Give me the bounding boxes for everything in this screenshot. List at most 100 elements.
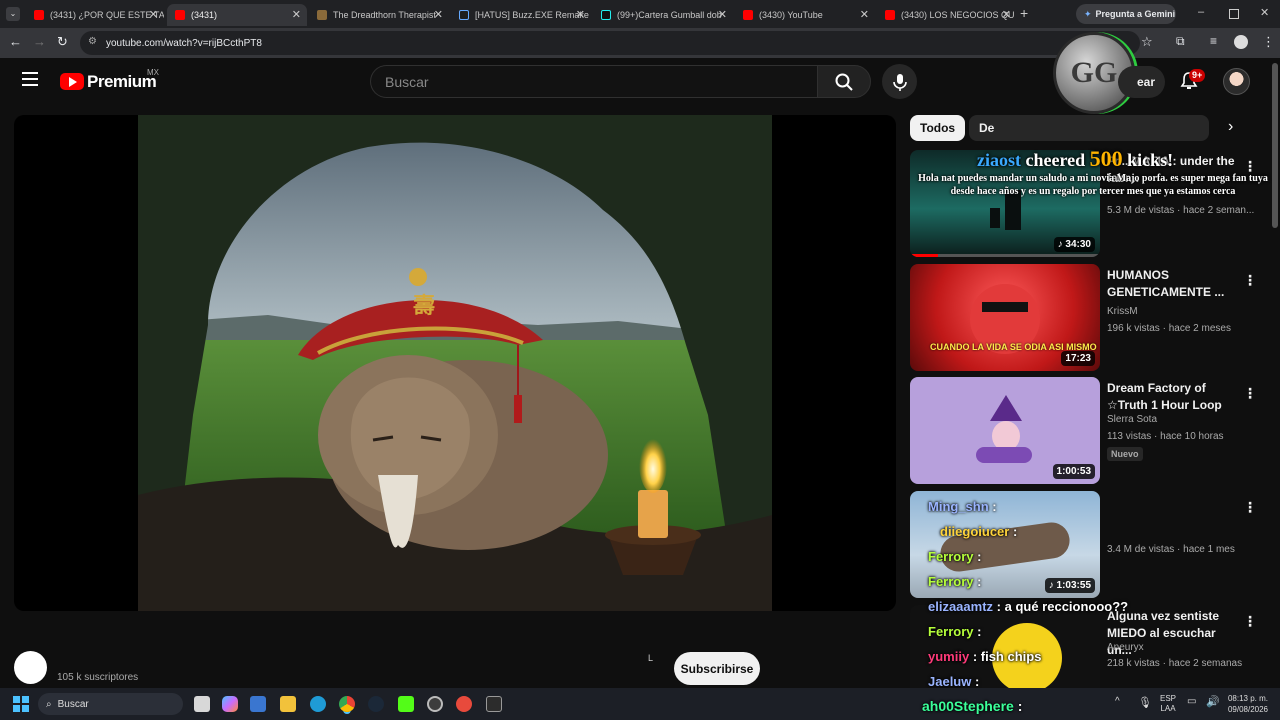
- minimize-button[interactable]: –: [1198, 6, 1210, 18]
- app-icon[interactable]: [456, 696, 472, 712]
- reading-list-icon[interactable]: ≡: [1210, 34, 1217, 48]
- steam-icon[interactable]: [368, 696, 384, 712]
- close-tab-icon[interactable]: ✕: [718, 8, 727, 21]
- chat-line: Jaeluw :: [928, 674, 980, 689]
- recommendation-card[interactable]: CUANDO LA VIDA SE ODIA ASI MISMO 17:23 H…: [910, 264, 1280, 371]
- new-badge: Nuevo: [1107, 447, 1143, 461]
- cheer-message: Hola nat puedes mandar un saludo a mi no…: [918, 173, 1268, 197]
- browser-menu-icon[interactable]: ⋮: [1262, 34, 1275, 50]
- volume-icon[interactable]: 🔊: [1206, 695, 1220, 708]
- close-window-button[interactable]: ✕: [1260, 6, 1269, 19]
- reload-icon[interactable]: ↻: [57, 34, 68, 50]
- more-actions-icon[interactable]: ⋮: [1243, 272, 1257, 288]
- close-tab-icon[interactable]: ✕: [434, 8, 443, 21]
- file-explorer-icon[interactable]: [280, 696, 296, 712]
- chrome-icon[interactable]: [339, 696, 355, 712]
- youtube-page: Premium MX Buscar GG ear 9+ 壽 ziaost che…: [0, 32, 1280, 689]
- network-icon[interactable]: ▭: [1187, 696, 1196, 707]
- cheer-user: ziaost: [977, 150, 1021, 170]
- video-title[interactable]: HUMANOS GENETICAMENTE ...: [1107, 267, 1237, 301]
- address-bar[interactable]: ⚙ youtube.com/watch?v=rijBCcthPT8: [80, 31, 1140, 55]
- browser-tab[interactable]: The Dreadthorn Therapist ✕: [309, 4, 449, 26]
- channel-name[interactable]: Aneuryx: [1107, 642, 1144, 653]
- youtube-favicon-icon: [34, 10, 44, 20]
- chip-todos[interactable]: Todos: [910, 115, 966, 141]
- bookmark-star-icon[interactable]: ☆: [1141, 34, 1153, 50]
- clock[interactable]: 08:13 p. m. 09/08/2026: [1222, 693, 1268, 715]
- browser-tab[interactable]: [HATUS] Buzz.EXE Remake ✕: [451, 4, 591, 26]
- close-tab-icon[interactable]: ✕: [860, 8, 869, 21]
- browser-tab[interactable]: (99+)Cartera Gumball dob ✕: [593, 4, 733, 26]
- region-code: MX: [147, 68, 159, 77]
- store-icon[interactable]: [250, 696, 266, 712]
- copilot-icon[interactable]: [222, 696, 238, 712]
- browser-tab[interactable]: (3430) YouTube ✕: [735, 4, 875, 26]
- subscribe-button[interactable]: Subscribirse: [674, 652, 760, 685]
- video-frame[interactable]: 壽: [138, 115, 772, 611]
- browser-tab[interactable]: (3431) ¿POR QUE ESTE TA ✕: [26, 4, 164, 26]
- search-input[interactable]: Buscar: [370, 65, 818, 98]
- channel-avatar[interactable]: [14, 651, 47, 684]
- svg-text:壽: 壽: [413, 293, 435, 319]
- video-meta: 196 k vistas · hace 2 meses: [1107, 323, 1231, 334]
- microphone-tray-icon[interactable]: 🎙: [1138, 696, 1152, 709]
- video-thumbnail[interactable]: CUANDO LA VIDA SE ODIA ASI MISMO 17:23: [910, 264, 1100, 371]
- tab-list-dropdown-icon[interactable]: ⌄: [6, 7, 20, 21]
- close-tab-icon[interactable]: ✕: [1002, 8, 1011, 21]
- channel-name[interactable]: Slerra Sota: [1107, 414, 1157, 425]
- tab-title: (3431) ¿POR QUE ESTE TA: [50, 10, 164, 20]
- duration-badge: ♪ 34:30: [1053, 237, 1095, 252]
- account-avatar[interactable]: [1223, 68, 1250, 95]
- video-meta: 113 vistas · hace 10 horas: [1107, 431, 1224, 442]
- clock-time: 08:13 p. m.: [1227, 694, 1268, 703]
- create-button[interactable]: ear: [1118, 66, 1165, 98]
- site-info-icon[interactable]: ⚙: [88, 36, 97, 47]
- forward-arrow-icon[interactable]: →: [33, 34, 46, 49]
- scrollbar[interactable]: [1272, 63, 1278, 228]
- edge-icon[interactable]: [310, 696, 326, 712]
- windows-start-icon[interactable]: [13, 696, 29, 712]
- more-actions-icon[interactable]: ⋮: [1243, 613, 1257, 629]
- close-tab-icon[interactable]: ✕: [576, 8, 585, 21]
- chip-de[interactable]: De: [969, 115, 1209, 141]
- new-tab-button[interactable]: +: [1020, 5, 1028, 21]
- create-label: ear: [1136, 75, 1155, 89]
- more-actions-icon[interactable]: ⋮: [1243, 385, 1257, 401]
- app-icon[interactable]: [427, 696, 443, 712]
- close-tab-icon[interactable]: ✕: [149, 8, 158, 21]
- search-button[interactable]: [817, 65, 871, 98]
- more-actions-icon[interactable]: ⋮: [1243, 499, 1257, 515]
- profile-avatar-icon[interactable]: [1234, 35, 1248, 49]
- player-stray-char: L: [648, 653, 654, 663]
- maximize-button[interactable]: [1229, 9, 1239, 19]
- chat-line: Ferrory :: [928, 549, 982, 564]
- duration-badge: 17:23: [1061, 351, 1095, 366]
- youtube-logo[interactable]: Premium MX: [60, 68, 160, 92]
- show-hidden-icons-chevron-icon[interactable]: ^: [1115, 696, 1120, 707]
- cheer-alert-headline: ziaost cheered 500 kicks!: [977, 146, 1173, 172]
- gemini-label: Pregunta a Gemini: [1095, 9, 1176, 19]
- extensions-icon[interactable]: ⧉: [1176, 34, 1185, 49]
- back-arrow-icon[interactable]: ←: [9, 34, 22, 49]
- chips-next-chevron-icon[interactable]: ›: [1228, 118, 1233, 136]
- browser-tab-active[interactable]: (3431) ✕: [167, 4, 307, 26]
- hamburger-menu-icon[interactable]: [22, 72, 38, 86]
- task-view-icon[interactable]: [194, 696, 210, 712]
- clock-date: 09/08/2026: [1227, 705, 1268, 714]
- kick-icon[interactable]: [398, 696, 414, 712]
- recommendation-card[interactable]: 1:00:53 Dream Factory of ☆Truth 1 Hour L…: [910, 377, 1280, 484]
- taskbar-search[interactable]: ⌕ Buscar: [38, 693, 183, 715]
- video-thumbnail[interactable]: 1:00:53: [910, 377, 1100, 484]
- browser-tab[interactable]: (3430) LOS NEGOCIOS QU ✕: [877, 4, 1017, 26]
- channel-name[interactable]: KrissM: [1107, 306, 1138, 317]
- video-player[interactable]: 壽: [14, 115, 896, 611]
- tiktok-favicon-icon: [601, 10, 611, 20]
- gemini-button[interactable]: ✦ Pregunta a Gemini: [1076, 4, 1176, 24]
- close-tab-icon[interactable]: ✕: [292, 8, 301, 21]
- video-title[interactable]: Dream Factory of ☆Truth 1 Hour Loop: [1107, 380, 1237, 414]
- voice-search-button[interactable]: [882, 64, 917, 99]
- app-icon[interactable]: [486, 696, 502, 712]
- microphone-icon: [892, 73, 907, 91]
- notification-count-badge: 9+: [1189, 69, 1206, 82]
- keyboard-language[interactable]: ESP LAA: [1160, 694, 1176, 714]
